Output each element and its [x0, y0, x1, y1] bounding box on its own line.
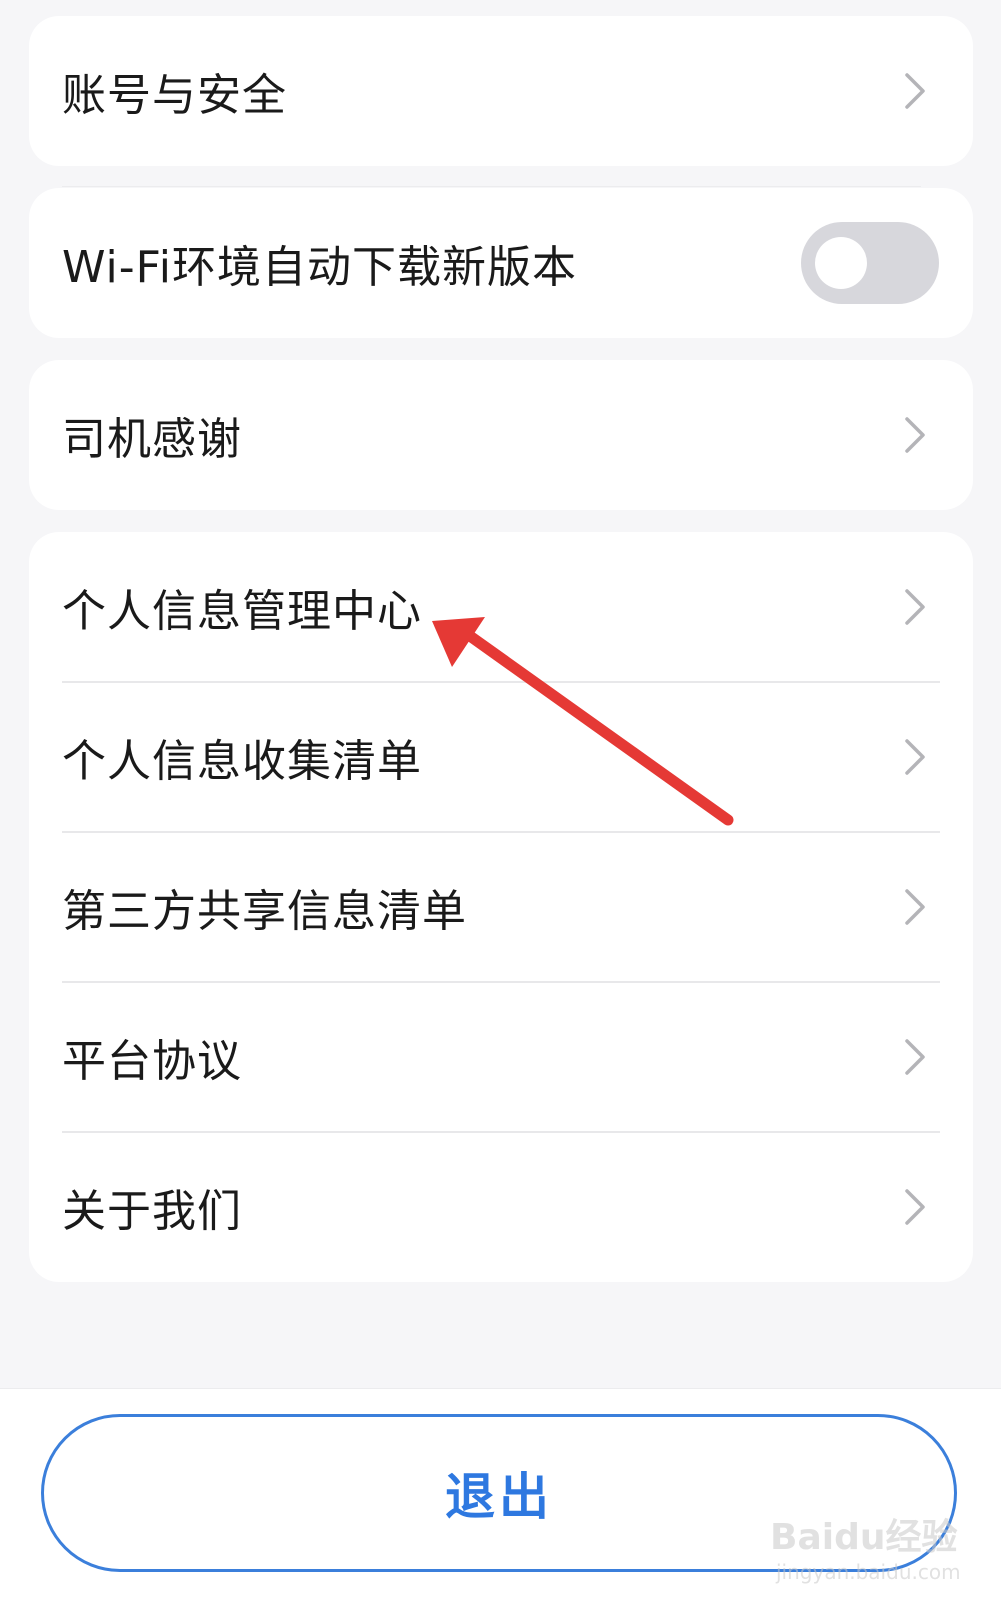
settings-item-label: Wi-Fi环境自动下载新版本: [62, 242, 577, 293]
settings-item-label: 个人信息管理中心: [62, 586, 422, 637]
chevron-right-icon: [905, 889, 925, 925]
settings-item-label: 司机感谢: [62, 414, 242, 465]
settings-item-label: 关于我们: [62, 1186, 242, 1237]
settings-item-label: 个人信息收集清单: [62, 736, 422, 787]
chevron-right-icon: [905, 1189, 925, 1225]
settings-card-driver-thanks: 司机感谢: [29, 360, 973, 510]
wifi-auto-download-toggle[interactable]: [801, 222, 939, 304]
settings-card-account: 账号与安全: [29, 16, 973, 166]
settings-item-about-us[interactable]: 关于我们: [29, 1132, 973, 1282]
settings-item-account-security[interactable]: 账号与安全: [29, 16, 973, 166]
settings-card-privacy: 个人信息管理中心 个人信息收集清单 第三方共享信息清单 平台协议 关于我们: [29, 532, 973, 1282]
chevron-right-icon: [905, 589, 925, 625]
settings-item-label: 账号与安全: [62, 70, 287, 121]
settings-item-driver-thanks[interactable]: 司机感谢: [29, 360, 973, 510]
chevron-right-icon: [905, 417, 925, 453]
settings-card-wifi: Wi-Fi环境自动下载新版本: [29, 188, 973, 338]
logout-label: 退出: [445, 1468, 553, 1526]
chevron-right-icon: [905, 739, 925, 775]
toggle-knob: [815, 237, 867, 289]
chevron-right-icon: [905, 73, 925, 109]
card-separator: [62, 186, 921, 187]
logout-button[interactable]: 退出: [41, 1414, 957, 1572]
settings-item-wifi-auto-download: Wi-Fi环境自动下载新版本: [29, 188, 973, 338]
settings-item-third-party-sharing[interactable]: 第三方共享信息清单: [29, 832, 973, 982]
settings-item-personal-info-center[interactable]: 个人信息管理中心: [29, 532, 973, 682]
settings-item-label: 平台协议: [62, 1036, 242, 1087]
settings-item-label: 第三方共享信息清单: [62, 886, 467, 937]
settings-item-personal-info-collection[interactable]: 个人信息收集清单: [29, 682, 973, 832]
chevron-right-icon: [905, 1039, 925, 1075]
settings-item-platform-agreement[interactable]: 平台协议: [29, 982, 973, 1132]
